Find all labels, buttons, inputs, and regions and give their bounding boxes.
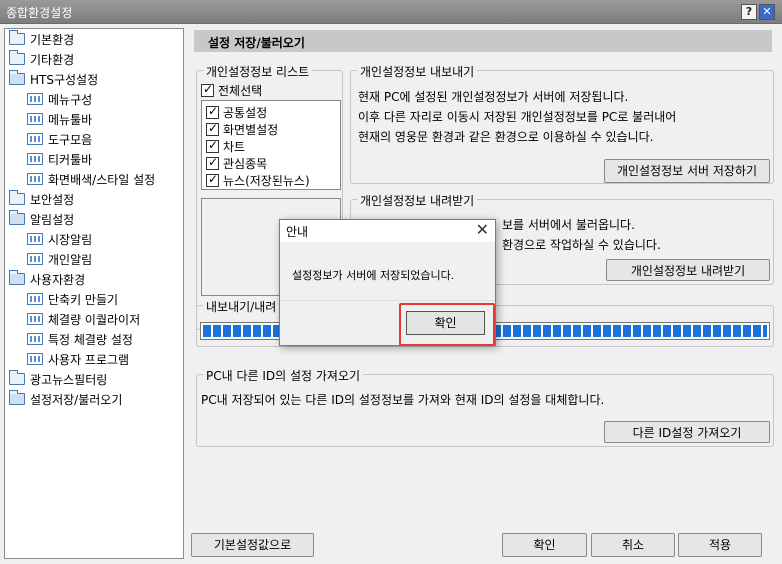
tree-item-menu-toolbar[interactable]: 메뉴툴바 xyxy=(27,110,92,128)
group-title: 개인설정정보 내려받기 xyxy=(357,192,478,209)
tree-item-personal-alert[interactable]: 개인알림 xyxy=(27,250,92,268)
checkbox-checked-icon xyxy=(206,121,219,136)
group-title: 개인설정정보 내보내기 xyxy=(357,63,478,80)
folder-open-icon xyxy=(9,70,25,85)
grid-page-icon xyxy=(27,253,43,265)
checkbox-checked-icon xyxy=(206,155,219,170)
grid-page-icon xyxy=(27,293,43,305)
grid-page-icon xyxy=(27,153,43,165)
grid-page-icon xyxy=(27,353,43,365)
folder-open-icon xyxy=(9,210,25,225)
checkbox-checked-icon xyxy=(206,138,219,153)
export-desc-line: 현재의 영웅문 환경과 같은 환경으로 이용하실 수 있습니다. xyxy=(358,130,654,144)
group-title: 내보내기/내려 xyxy=(203,298,280,315)
grid-page-icon xyxy=(27,93,43,105)
dialog-message: 설정정보가 서버에 저장되었습니다. xyxy=(292,269,455,282)
tree-item-shortcut[interactable]: 단축키 만들기 xyxy=(27,290,118,308)
tree-item-user-program[interactable]: 사용자 프로그램 xyxy=(27,350,129,368)
grid-page-icon xyxy=(27,113,43,125)
import-other-id-button[interactable]: 다른 ID설정 가져오기 xyxy=(604,421,770,443)
tree-item-ticker[interactable]: 티커툴바 xyxy=(27,150,92,168)
select-all-checkbox[interactable]: 전체선택 xyxy=(201,82,262,99)
group-title: 개인설정정보 리스트 xyxy=(203,63,313,80)
checkbox-checked-icon xyxy=(206,172,219,187)
tree-item-hts[interactable]: HTS구성설정 xyxy=(9,70,98,88)
tree-item-market-alert[interactable]: 시장알림 xyxy=(27,230,92,248)
tree-item-security[interactable]: 보안설정 xyxy=(9,190,74,208)
folder-icon xyxy=(9,370,25,385)
page-title: 설정 저장/불러오기 xyxy=(194,30,772,52)
list-item[interactable]: 관심종목 xyxy=(206,155,267,172)
tree-item-ad-filter[interactable]: 광고뉴스필터링 xyxy=(9,370,107,388)
tree-item-save-load[interactable]: 설정저장/불러오기 xyxy=(9,390,122,408)
tree-item-equalizer[interactable]: 체결량 이퀄라이저 xyxy=(27,310,140,328)
grid-page-icon xyxy=(27,173,43,185)
list-item[interactable]: 화면별설정 xyxy=(206,121,278,138)
folder-icon xyxy=(9,190,25,205)
list-item[interactable]: 차트 xyxy=(206,138,245,155)
close-icon[interactable]: ✕ xyxy=(476,220,489,239)
window-titlebar: 종합환경설정 ? ✕ xyxy=(0,0,782,24)
grid-page-icon xyxy=(27,333,43,345)
export-desc-line: 이후 다른 자리로 이동시 저장된 개인설정정보를 PC로 불러내어 xyxy=(358,110,677,124)
dialog-ok-button[interactable]: 확인 xyxy=(406,311,485,335)
dialog-title: 안내 xyxy=(286,225,309,239)
tree-item-etc[interactable]: 기타환경 xyxy=(9,50,74,68)
tree-item-basic[interactable]: 기본환경 xyxy=(9,30,74,48)
settings-tree: 기본환경 기타환경 HTS구성설정 메뉴구성 메뉴툴바 도구모음 티커툴바 화면… xyxy=(4,28,184,559)
grid-page-icon xyxy=(27,133,43,145)
export-desc-line: 현재 PC에 설정된 개인설정정보가 서버에 저장됩니다. xyxy=(358,90,629,104)
apply-button[interactable]: 적용 xyxy=(678,533,762,557)
server-load-button[interactable]: 개인설정정보 내려받기 xyxy=(606,259,770,281)
cancel-button[interactable]: 취소 xyxy=(591,533,675,557)
window-title: 종합환경설정 xyxy=(6,6,73,20)
folder-open-icon xyxy=(9,270,25,285)
dialog-titlebar: 안내 ✕ xyxy=(280,220,495,242)
list-item[interactable]: 뉴스(저장된뉴스) xyxy=(206,172,310,189)
checkbox-checked-icon xyxy=(206,104,219,119)
ok-button[interactable]: 확인 xyxy=(502,533,587,557)
list-item[interactable]: 공통설정 xyxy=(206,104,267,121)
tree-item-user-env[interactable]: 사용자환경 xyxy=(9,270,85,288)
group-title: PC내 다른 ID의 설정 가져오기 xyxy=(203,367,364,384)
help-button[interactable]: ? xyxy=(741,4,757,20)
tree-item-volume[interactable]: 특정 체결량 설정 xyxy=(27,330,133,348)
folder-icon xyxy=(9,30,25,45)
folder-open-icon xyxy=(9,390,25,405)
server-save-button[interactable]: 개인설정정보 서버 저장하기 xyxy=(604,159,770,183)
folder-icon xyxy=(9,50,25,65)
grid-page-icon xyxy=(27,313,43,325)
close-button[interactable]: ✕ xyxy=(759,4,775,20)
tree-item-tools[interactable]: 도구모음 xyxy=(27,130,92,148)
info-dialog: 안내 ✕ 설정정보가 서버에 저장되었습니다. 확인 xyxy=(279,219,496,346)
tree-item-alert[interactable]: 알림설정 xyxy=(9,210,74,228)
default-settings-button[interactable]: 기본설정값으로 xyxy=(191,533,314,557)
tree-item-menu-config[interactable]: 메뉴구성 xyxy=(27,90,92,108)
import-desc-line: 보를 서버에서 불러옵니다. xyxy=(502,218,635,232)
other-id-desc: PC내 저장되어 있는 다른 ID의 설정정보를 가져와 현재 ID의 설정을 … xyxy=(201,393,605,407)
import-desc-line: 환경으로 작업하실 수 있습니다. xyxy=(502,238,661,252)
grid-page-icon xyxy=(27,233,43,245)
tree-item-style[interactable]: 화면배색/스타일 설정 xyxy=(27,170,155,188)
checkbox-checked-icon xyxy=(201,82,214,97)
